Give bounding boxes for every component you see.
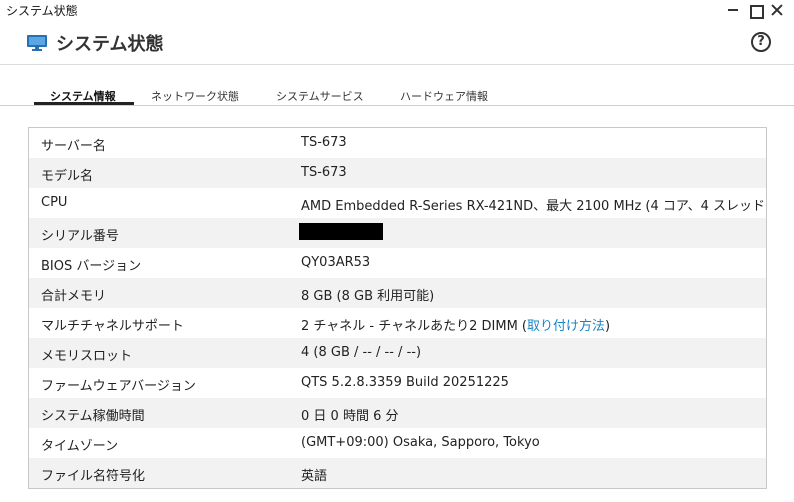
info-key: ファイル名符号化 [41, 469, 146, 484]
info-key: モデル名 [41, 169, 94, 184]
multichannel-text: 2 チャネル - チャネルあたり2 DIMM [301, 319, 518, 334]
info-key: タイムゾーン [41, 439, 119, 454]
tab-bar: システム情報 ネットワーク状態 システムサービス ハードウェア情報 [0, 84, 794, 106]
info-row-server-name: サーバー名 TS-673 [29, 128, 766, 158]
monitor-icon [27, 35, 47, 51]
info-value: 0 日 0 時間 6 分 [301, 409, 399, 424]
close-icon[interactable] [770, 3, 784, 17]
tab-system-services[interactable]: システムサービス [276, 88, 364, 104]
window-title: システム状態 [6, 4, 78, 18]
page-title: システム状態 [56, 34, 164, 55]
app-header: システム状態 ? [0, 20, 794, 65]
info-row-firmware: ファームウェアバージョン QTS 5.2.8.3359 Build 202512… [29, 368, 766, 398]
info-value: TS-673 [301, 165, 347, 180]
install-method-link[interactable]: 取り付け方法 [527, 319, 605, 334]
info-key: 合計メモリ [41, 289, 107, 304]
close-paren: ) [605, 319, 611, 334]
system-info-table: サーバー名 TS-673 モデル名 TS-673 CPU AMD Embedde… [28, 127, 767, 489]
info-key: メモリスロット [41, 349, 133, 364]
info-value: QTS 5.2.8.3359 Build 20251225 [301, 375, 509, 390]
window-titlebar: システム状態 [0, 0, 794, 20]
info-row-multichannel: マルチチャネルサポート 2 チャネル - チャネルあたり2 DIMM (取り付け… [29, 308, 766, 338]
info-row-serial: シリアル番号 [29, 218, 766, 248]
info-key: マルチチャネルサポート [41, 319, 184, 334]
info-key: サーバー名 [41, 139, 106, 154]
info-value: TS-673 [301, 135, 347, 150]
info-row-model-name: モデル名 TS-673 [29, 158, 766, 188]
open-paren: ( [517, 319, 527, 334]
info-key: システム稼働時間 [41, 409, 145, 424]
info-value: (GMT+09:00) Osaka, Sapporo, Tokyo [301, 435, 540, 450]
info-row-filename-encoding: ファイル名符号化 英語 [29, 458, 766, 488]
info-row-uptime: システム稼働時間 0 日 0 時間 6 分 [29, 398, 766, 428]
info-row-cpu: CPU AMD Embedded R-Series RX-421ND、最大 21… [29, 188, 766, 218]
info-value: 2 チャネル - チャネルあたり2 DIMM (取り付け方法) [301, 315, 610, 334]
info-key: CPU [41, 195, 68, 210]
info-key: シリアル番号 [41, 229, 119, 244]
info-value: 4 (8 GB / -- / -- / --) [301, 345, 422, 360]
info-row-memory-slot: メモリスロット 4 (8 GB / -- / -- / --) [29, 338, 766, 368]
info-value: AMD Embedded R-Series RX-421ND、最大 2100 M… [301, 199, 767, 214]
tab-hardware-info[interactable]: ハードウェア情報 [400, 88, 488, 104]
active-tab-indicator [34, 102, 134, 105]
help-icon[interactable]: ? [751, 32, 771, 52]
redacted-serial-value [299, 223, 383, 240]
info-value: 8 GB (8 GB 利用可能) [301, 289, 435, 304]
info-value: 英語 [301, 469, 328, 484]
info-key: ファームウェアバージョン [41, 379, 196, 394]
info-value: QY03AR53 [301, 255, 371, 270]
info-row-total-memory: 合計メモリ 8 GB (8 GB 利用可能) [29, 278, 766, 308]
info-key: BIOS バージョン [41, 259, 142, 274]
info-row-bios: BIOS バージョン QY03AR53 [29, 248, 766, 278]
minimize-icon[interactable] [726, 3, 740, 17]
tab-network-status[interactable]: ネットワーク状態 [151, 88, 239, 104]
maximize-icon[interactable] [748, 3, 764, 19]
info-row-timezone: タイムゾーン (GMT+09:00) Osaka, Sapporo, Tokyo [29, 428, 766, 458]
